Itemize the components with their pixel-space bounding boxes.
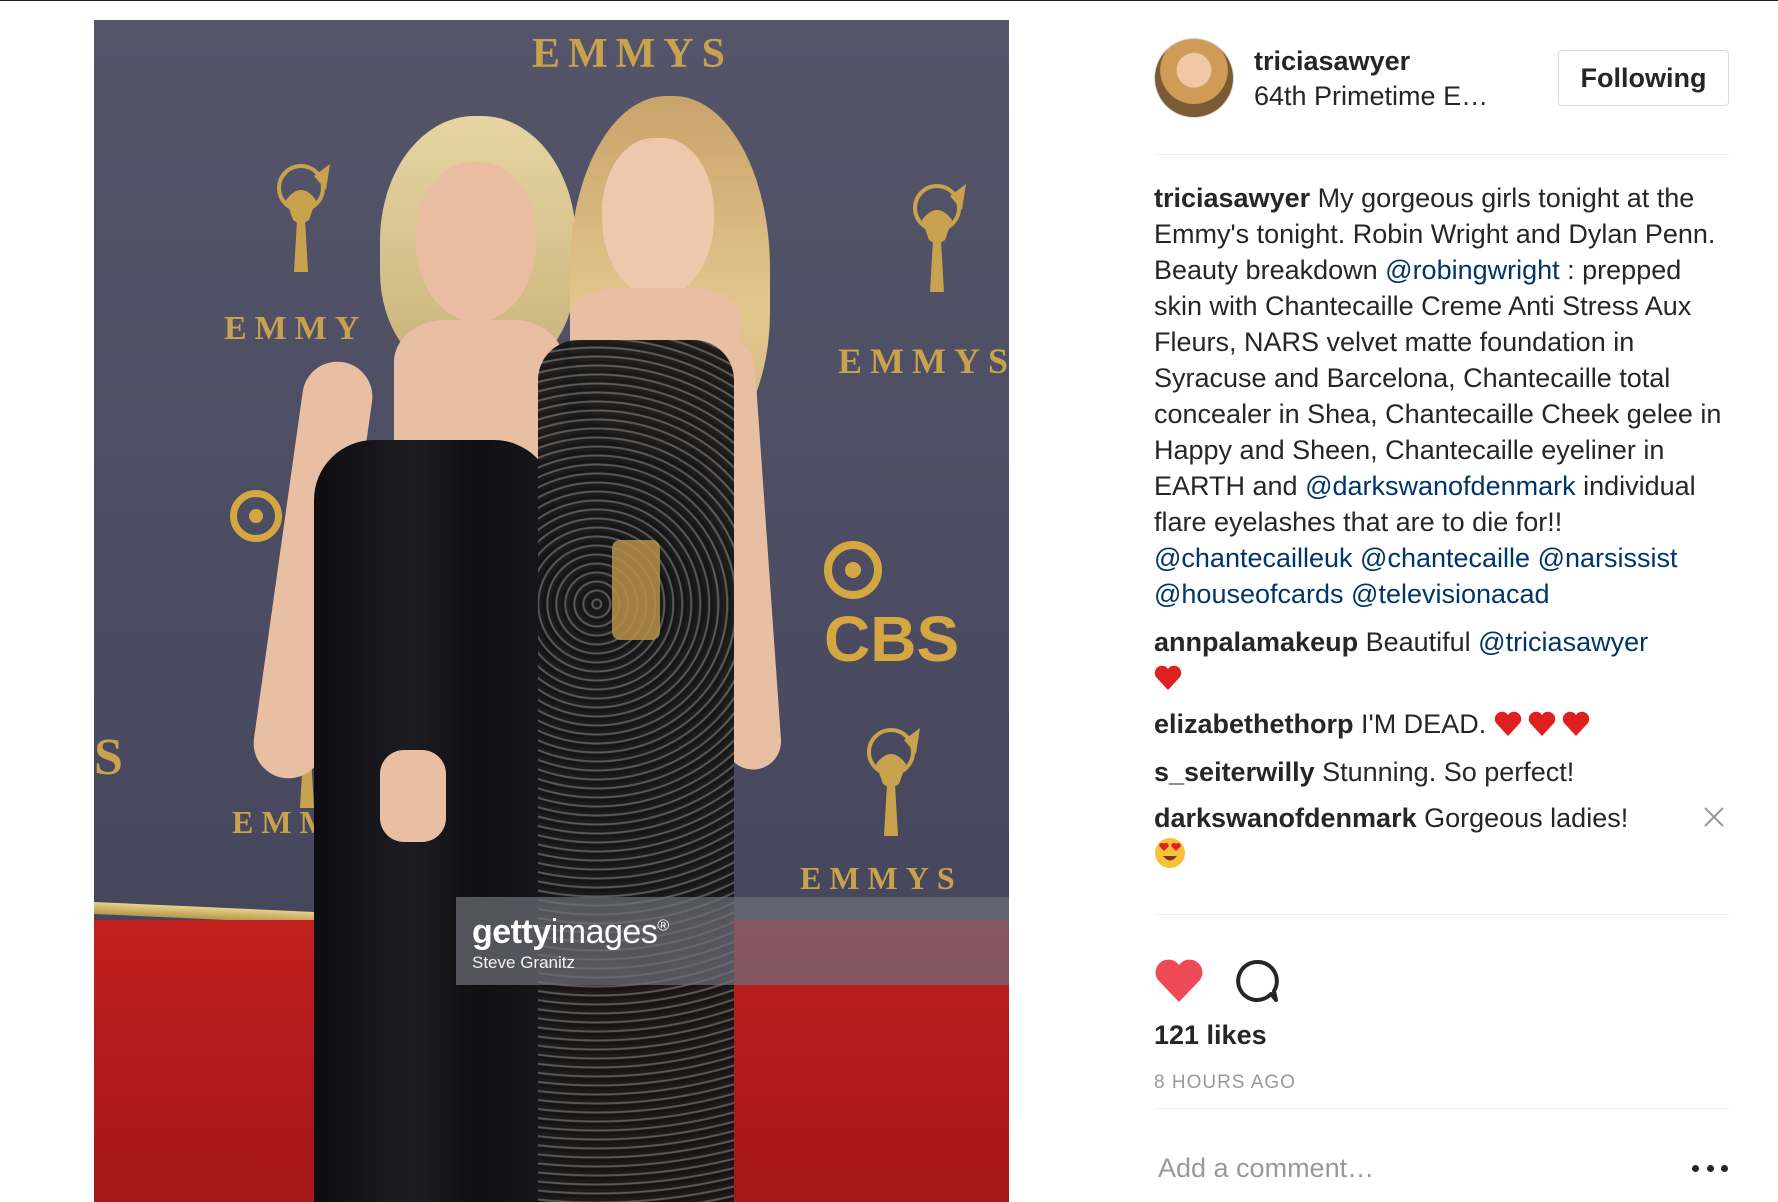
backdrop-emmy-left: EMMY bbox=[224, 310, 368, 347]
caption: triciasawyer My gorgeous girls tonight a… bbox=[1154, 180, 1729, 612]
comment-text: Stunning. So perfect! bbox=[1314, 757, 1575, 787]
mention-link[interactable]: @chantecailleuk bbox=[1154, 543, 1353, 573]
comments-divider bbox=[1154, 914, 1729, 915]
comment-username[interactable]: elizabethethorp bbox=[1154, 709, 1354, 739]
comment-username[interactable]: s_seiterwilly bbox=[1154, 757, 1315, 787]
caption-username[interactable]: triciasawyer bbox=[1154, 183, 1310, 213]
mention-link[interactable]: @triciasawyer bbox=[1478, 627, 1648, 657]
comment-bubble-icon[interactable] bbox=[1234, 958, 1280, 1004]
add-comment-input[interactable] bbox=[1158, 1148, 1658, 1188]
comment-item: s_seiterwilly Stunning. So perfect! bbox=[1154, 754, 1729, 790]
comment-text: Beautiful bbox=[1358, 627, 1479, 657]
backdrop-edge-s: S bbox=[94, 729, 123, 786]
comment-item: annpalamakeup Beautiful @triciasawyer bbox=[1154, 624, 1729, 696]
like-count[interactable]: 121 likes bbox=[1154, 1020, 1267, 1051]
red-heart-emoji-icon bbox=[1494, 711, 1521, 736]
comment-username[interactable]: annpalamakeup bbox=[1154, 627, 1358, 657]
more-options-ellipsis-icon[interactable] bbox=[1692, 1158, 1728, 1178]
watermark-brand: gettyimages® bbox=[472, 913, 669, 951]
mention-link[interactable]: @robingwright bbox=[1385, 255, 1560, 285]
comment-text: Gorgeous ladies! bbox=[1416, 803, 1629, 833]
mention-link[interactable]: @houseofcards bbox=[1154, 579, 1344, 609]
red-heart-emoji-icon bbox=[1562, 711, 1589, 736]
caption-text: : prepped skin with Chantecaille Creme A… bbox=[1154, 255, 1722, 501]
footer-divider bbox=[1154, 1108, 1729, 1109]
mention-link[interactable]: @televisionacad bbox=[1351, 579, 1550, 609]
backdrop-cbs-right: CBS bbox=[824, 528, 1009, 676]
header-divider bbox=[1154, 154, 1729, 155]
cbs-text: CBS bbox=[824, 603, 960, 675]
getty-watermark: gettyimages® Steve Granitz bbox=[456, 897, 1009, 985]
comments-list: triciasawyer My gorgeous girls tonight a… bbox=[1154, 180, 1729, 872]
comment-item: darkswanofdenmark Gorgeous ladies! bbox=[1154, 800, 1729, 872]
comment-text: I'M DEAD. bbox=[1353, 709, 1494, 739]
post-details-panel: triciasawyer 64th Primetime E… Following… bbox=[1154, 20, 1729, 1202]
heart-eyes-emoji-icon bbox=[1155, 838, 1185, 868]
emmy-statuette-icon bbox=[867, 728, 920, 836]
post-photo[interactable]: EMMYS EMMY EMMYS CBS EMM EMMYS S gettyim… bbox=[94, 20, 1009, 1202]
emmy-statuette-icon bbox=[913, 184, 966, 292]
mention-link[interactable]: @darkswanofdenmark bbox=[1305, 471, 1576, 501]
red-heart-emoji-icon bbox=[1528, 711, 1555, 736]
following-button[interactable]: Following bbox=[1558, 50, 1729, 106]
backdrop-cbs-left bbox=[230, 490, 282, 542]
mention-link[interactable]: @narsissist bbox=[1538, 543, 1678, 573]
red-heart-emoji-icon bbox=[1154, 665, 1182, 690]
watermark-credit: Steve Granitz bbox=[472, 953, 575, 972]
backdrop-emmys-right: EMMYS bbox=[838, 341, 1009, 381]
mention-link[interactable]: @chantecaille bbox=[1360, 543, 1530, 573]
comment-item: elizabethethorp I'M DEAD. bbox=[1154, 706, 1729, 742]
post-author-username[interactable]: triciasawyer bbox=[1254, 46, 1410, 77]
backdrop-emmys-top: EMMYS bbox=[532, 31, 733, 77]
backdrop-emmys-bottom-right: EMMYS bbox=[800, 860, 963, 896]
post-location[interactable]: 64th Primetime E… bbox=[1254, 81, 1488, 112]
delete-comment-icon[interactable] bbox=[1701, 804, 1727, 830]
top-border bbox=[0, 0, 1778, 1]
comment-username[interactable]: darkswanofdenmark bbox=[1154, 803, 1417, 833]
emmy-statuette-icon bbox=[277, 164, 330, 272]
avatar[interactable] bbox=[1154, 38, 1234, 118]
post-timestamp[interactable]: 8 HOURS AGO bbox=[1154, 1072, 1296, 1094]
like-heart-icon[interactable] bbox=[1154, 958, 1204, 1004]
